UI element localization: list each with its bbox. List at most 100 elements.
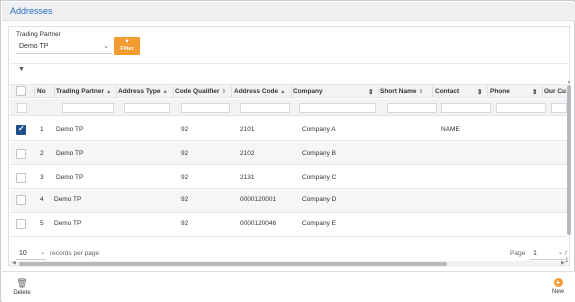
page-total: / 1 [565,250,569,264]
sort-icon[interactable]: ⇕ [532,88,537,96]
cell-code-qualifier: 92 [181,174,189,181]
cell-code-qualifier: 92 [181,126,189,133]
cell-company: Company C [302,174,337,181]
page-select[interactable]: 1 ⌄ [530,248,564,260]
column-divider [54,86,55,97]
column-divider [432,86,433,97]
grid-toolbar: ▼ [10,63,568,76]
column-header-code-qualifier[interactable]: Code Qualifier ⇕ [175,88,226,95]
column-header-address-code[interactable]: Address Code ▲ [234,88,286,95]
cell-no: 2 [40,150,44,157]
cell-trading-partner: Demo TP [56,126,84,133]
row-checkbox[interactable] [16,173,26,183]
sort-icon[interactable]: ⇕ [368,88,373,96]
funnel-icon: ▼ [124,39,130,45]
table-row[interactable]: 2 Demo TP 92 2102 Company B [10,142,567,165]
column-filter-row [10,99,567,116]
pagination-bar: 10 ⌄ records per page Page 1 ⌄ / 1 [8,246,570,264]
chevron-down-icon: ⌄ [39,250,45,256]
check-icon: ✓ [18,124,25,133]
records-per-page-select[interactable]: 10 ⌄ [16,248,46,260]
column-header-no[interactable]: No [37,88,46,95]
sort-icon[interactable]: ⇕ [477,88,482,96]
cell-address-code: 2102 [240,150,255,157]
column-divider [291,86,292,97]
filter-input-trading-partner[interactable] [62,103,114,113]
grid-header: No Trading Partner ▲ Address Type ▲ Code Q… [10,84,567,98]
column-header-address-type[interactable]: Address Type ▲ [118,88,168,95]
trash-icon: 🗑 [16,278,28,288]
table-row[interactable]: ✓ 1 Demo TP 92 2101 Company A NAME [10,118,567,141]
column-divider [487,86,488,97]
sort-icon: ⇕ [418,89,424,95]
filter-button[interactable]: ▼ Filter [114,37,140,55]
trading-partner-label: Trading Partner [16,31,61,38]
filter-input-select[interactable] [17,103,27,113]
column-header-contact[interactable]: Contact [435,88,459,95]
cell-code-qualifier: 92 [181,150,189,157]
cell-no: 3 [40,174,44,181]
filter-input-phone[interactable] [496,103,546,113]
cell-contact: NAME [441,126,460,133]
cell-trading-partner: Demo TP [54,196,82,203]
row-checkbox[interactable]: ✓ [16,124,26,135]
addresses-window: Addresses Trading Partner Demo TP ⌄ ▼ Fi… [0,0,575,302]
cell-trading-partner: Demo TP [56,174,84,181]
filter-input-code-qualifier[interactable] [181,103,230,113]
table-row[interactable]: 4 Demo TP 92 0000120001 Company D [10,190,567,213]
table-row[interactable]: 5 Demo TP 92 0000120046 Company E [10,214,567,237]
column-divider [34,86,35,97]
filter-input-contact[interactable] [441,103,491,113]
delete-button[interactable]: 🗑 Delete [10,278,34,302]
plus-icon: + [553,278,563,287]
table-row[interactable]: 3 Demo TP 92 2131 Company C [10,166,567,189]
column-header-phone[interactable]: Phone [490,88,510,95]
column-divider [231,86,232,97]
row-checkbox[interactable] [16,219,26,229]
cell-address-code: 2101 [240,126,255,133]
cell-company: Company A [302,126,336,133]
column-header-trading-partner[interactable]: Trading Partner ▲ [56,88,112,95]
filter-input-address-code[interactable] [240,103,290,113]
sort-asc-icon: ▲ [280,89,286,95]
trading-partner-select[interactable]: Demo TP ⌄ [16,40,112,54]
filter-input-company[interactable] [299,103,376,113]
column-divider [542,86,543,97]
cell-company: Company D [302,196,337,203]
column-header-our-customer[interactable]: Our Cu [544,88,566,95]
filter-input-our-customer[interactable] [551,103,567,113]
cell-address-code: 2131 [240,174,255,181]
select-all-checkbox[interactable] [16,86,26,96]
column-divider [378,86,379,97]
new-button[interactable]: + New [546,278,570,302]
page-value: 1 [533,250,537,257]
filter-button-label: Filter [120,46,134,52]
row-checkbox[interactable] [16,195,26,205]
sort-asc-icon: ▲ [162,89,168,95]
cell-no: 1 [40,126,44,133]
trading-partner-value: Demo TP [19,43,49,50]
cell-address-code: 0000120001 [240,196,277,203]
vertical-scrollbar[interactable] [567,85,571,235]
chevron-down-icon: ⌄ [103,43,109,50]
row-checkbox[interactable] [16,149,26,159]
title-bar: Addresses [2,2,575,21]
column-header-company[interactable]: Company [293,88,323,95]
new-label: New [551,289,564,295]
funnel-icon[interactable]: ▼ [18,66,25,73]
filter-input-short-name[interactable] [387,103,437,113]
action-bar: 🗑 Delete + New [2,271,575,302]
cell-address-code: 0000120046 [240,220,277,227]
delete-label: Delete [13,290,31,296]
scroll-up-icon[interactable]: ▲ [567,79,571,84]
cell-company: Company B [302,150,336,157]
column-divider [116,86,117,97]
sort-asc-icon: ▲ [106,89,112,95]
addresses-grid: No Trading Partner ▲ Address Type ▲ Code Q… [10,78,567,261]
cell-trading-partner: Demo TP [54,220,82,227]
filter-input-address-type[interactable] [124,103,170,113]
chevron-down-icon: ⌄ [557,250,563,256]
cell-trading-partner: Demo TP [56,150,84,157]
column-header-short-name[interactable]: Short Name ⇕ [380,88,423,95]
cell-code-qualifier: 92 [181,220,189,227]
